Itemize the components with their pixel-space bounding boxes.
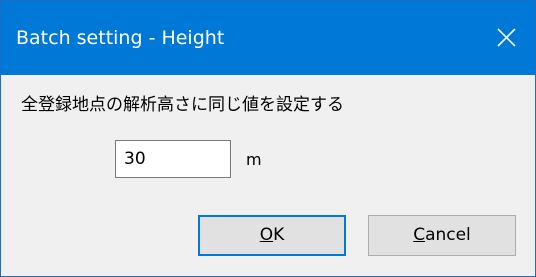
prompt-label: 全登録地点の解析高さに同じ値を設定する bbox=[21, 95, 344, 115]
cancel-label-rest: ancel bbox=[425, 225, 471, 245]
cancel-button[interactable]: Cancel bbox=[368, 215, 516, 256]
ok-button[interactable]: OK bbox=[198, 215, 346, 256]
close-button[interactable] bbox=[479, 1, 535, 75]
unit-label: m bbox=[246, 150, 262, 169]
dialog-window: Batch setting - Height 全登録地点の解析高さに同じ値を設定… bbox=[0, 0, 536, 277]
ok-label-rest: K bbox=[273, 225, 285, 245]
cancel-mnemonic: C bbox=[413, 225, 426, 245]
dialog-body: 全登録地点の解析高さに同じ値を設定する m OK Cancel bbox=[1, 75, 535, 276]
window-title: Batch setting - Height bbox=[16, 27, 225, 49]
close-icon bbox=[497, 28, 516, 47]
height-input[interactable] bbox=[115, 140, 231, 178]
title-bar[interactable]: Batch setting - Height bbox=[1, 1, 535, 75]
ok-mnemonic: O bbox=[259, 225, 274, 245]
